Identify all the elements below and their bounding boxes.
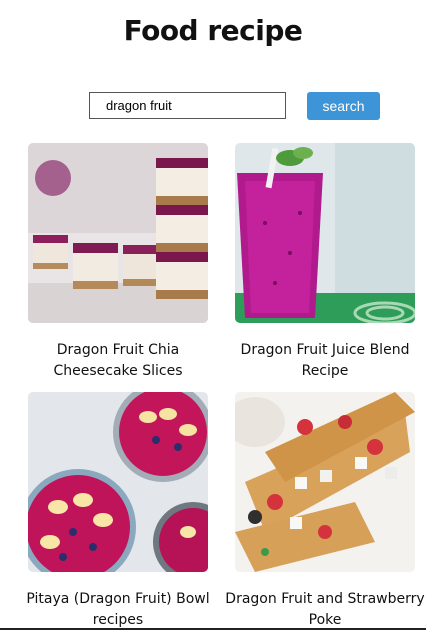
recipe-title[interactable]: Dragon Fruit Juice Blend Recipe — [225, 340, 425, 382]
recipe-title[interactable]: Pitaya (Dragon Fruit) Bowl recipes — [18, 589, 218, 631]
page-title: Food recipe — [123, 14, 303, 47]
recipe-image-juice[interactable] — [235, 143, 415, 323]
recipe-image-cheesecake[interactable] — [28, 143, 208, 323]
search-button[interactable]: search — [307, 92, 380, 120]
recipe-image-bowl[interactable] — [28, 392, 208, 572]
recipe-image-poke[interactable] — [235, 392, 415, 572]
recipe-title[interactable]: Dragon Fruit and Strawberry Poke — [225, 589, 425, 631]
search-input[interactable] — [89, 92, 286, 119]
recipe-title[interactable]: Dragon Fruit Chia Cheesecake Slices — [18, 340, 218, 382]
